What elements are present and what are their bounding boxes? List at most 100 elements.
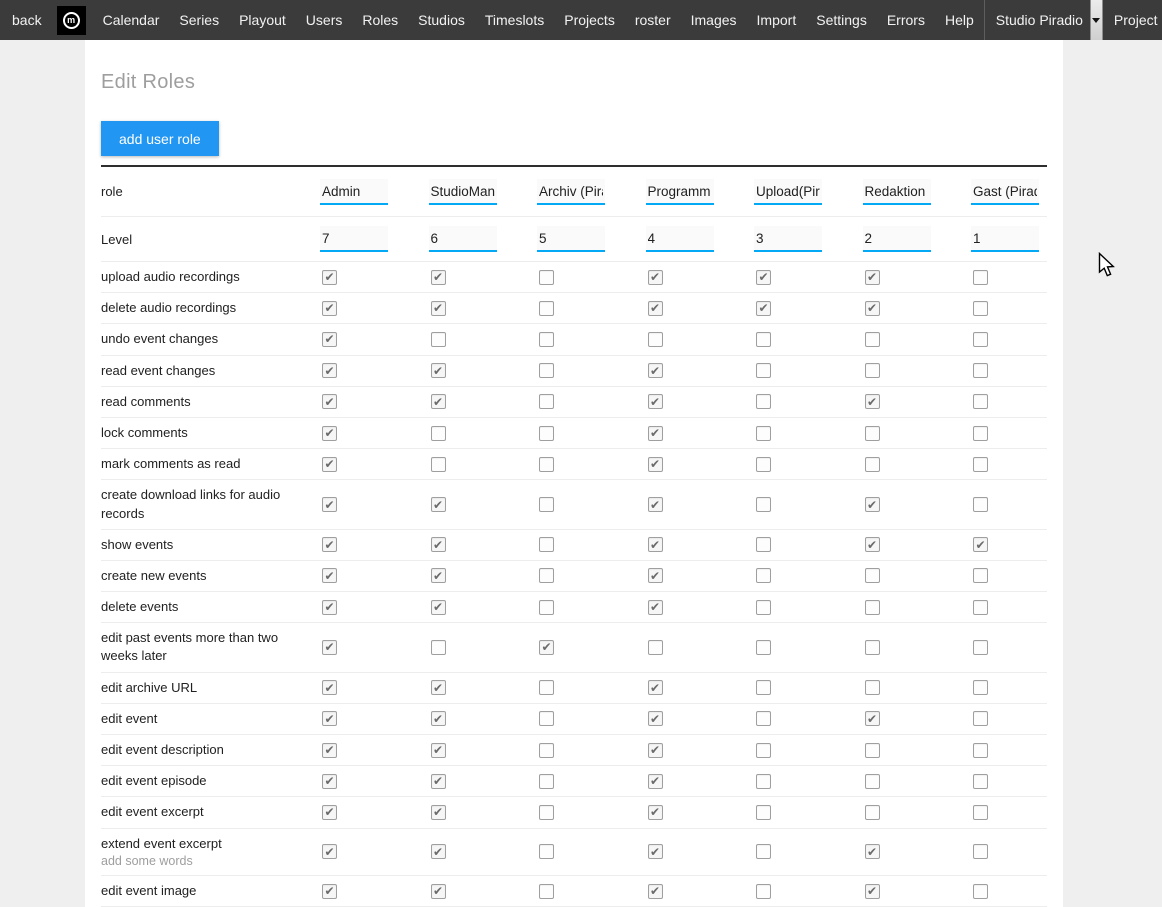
permission-checkbox-archiv-pira[interactable] xyxy=(539,426,554,441)
permission-checkbox-studioman[interactable] xyxy=(431,884,446,899)
permission-checkbox-upload-pira[interactable] xyxy=(756,457,771,472)
permission-checkbox-upload-pira[interactable] xyxy=(756,270,771,285)
permission-checkbox-redaktion[interactable] xyxy=(865,394,880,409)
permission-checkbox-redaktion[interactable] xyxy=(865,680,880,695)
permission-checkbox-redaktion[interactable] xyxy=(865,301,880,316)
permission-checkbox-redaktion[interactable] xyxy=(865,568,880,583)
permission-checkbox-studioman[interactable] xyxy=(431,457,446,472)
permission-checkbox-upload-pira[interactable] xyxy=(756,774,771,789)
permission-checkbox-upload-pira[interactable] xyxy=(756,426,771,441)
role-level-input-programm[interactable] xyxy=(646,226,714,252)
permission-checkbox-programm[interactable] xyxy=(648,426,663,441)
permission-checkbox-programm[interactable] xyxy=(648,743,663,758)
permission-checkbox-archiv-pira[interactable] xyxy=(539,537,554,552)
permission-checkbox-redaktion[interactable] xyxy=(865,844,880,859)
permission-checkbox-gast-pirad[interactable] xyxy=(973,301,988,316)
permission-checkbox-upload-pira[interactable] xyxy=(756,743,771,758)
permission-checkbox-programm[interactable] xyxy=(648,774,663,789)
permission-checkbox-gast-pirad[interactable] xyxy=(973,270,988,285)
permission-checkbox-gast-pirad[interactable] xyxy=(973,805,988,820)
permission-checkbox-upload-pira[interactable] xyxy=(756,363,771,378)
permission-checkbox-gast-pirad[interactable] xyxy=(973,394,988,409)
permission-checkbox-archiv-pira[interactable] xyxy=(539,743,554,758)
nav-item-images[interactable]: Images xyxy=(681,0,747,40)
permission-checkbox-programm[interactable] xyxy=(648,844,663,859)
permission-checkbox-upload-pira[interactable] xyxy=(756,884,771,899)
permission-checkbox-studioman[interactable] xyxy=(431,363,446,378)
permission-checkbox-studioman[interactable] xyxy=(431,640,446,655)
permission-checkbox-redaktion[interactable] xyxy=(865,774,880,789)
permission-checkbox-archiv-pira[interactable] xyxy=(539,844,554,859)
permission-checkbox-gast-pirad[interactable] xyxy=(973,332,988,347)
permission-checkbox-gast-pirad[interactable] xyxy=(973,537,988,552)
nav-item-timeslots[interactable]: Timeslots xyxy=(475,0,554,40)
permission-checkbox-archiv-pira[interactable] xyxy=(539,884,554,899)
permission-checkbox-admin[interactable] xyxy=(322,426,337,441)
permission-checkbox-archiv-pira[interactable] xyxy=(539,680,554,695)
studio-select-button[interactable] xyxy=(1090,0,1103,40)
nav-item-import[interactable]: Import xyxy=(747,0,807,40)
permission-checkbox-studioman[interactable] xyxy=(431,680,446,695)
permission-checkbox-studioman[interactable] xyxy=(431,600,446,615)
permission-checkbox-programm[interactable] xyxy=(648,680,663,695)
permission-checkbox-admin[interactable] xyxy=(322,497,337,512)
role-name-input-archiv-pira[interactable] xyxy=(537,179,605,205)
permission-checkbox-gast-pirad[interactable] xyxy=(973,600,988,615)
permission-checkbox-gast-pirad[interactable] xyxy=(973,884,988,899)
permission-checkbox-admin[interactable] xyxy=(322,457,337,472)
permission-checkbox-redaktion[interactable] xyxy=(865,743,880,758)
role-level-input-studioman[interactable] xyxy=(429,226,497,252)
permission-checkbox-programm[interactable] xyxy=(648,711,663,726)
nav-item-projects[interactable]: Projects xyxy=(554,0,625,40)
app-logo[interactable]: m xyxy=(57,6,86,35)
permission-checkbox-studioman[interactable] xyxy=(431,332,446,347)
permission-checkbox-archiv-pira[interactable] xyxy=(539,640,554,655)
permission-checkbox-redaktion[interactable] xyxy=(865,537,880,552)
permission-checkbox-studioman[interactable] xyxy=(431,394,446,409)
permission-checkbox-upload-pira[interactable] xyxy=(756,680,771,695)
studio-select[interactable]: Studio Piradio xyxy=(985,0,1103,40)
permission-checkbox-archiv-pira[interactable] xyxy=(539,301,554,316)
permission-checkbox-admin[interactable] xyxy=(322,363,337,378)
permission-checkbox-gast-pirad[interactable] xyxy=(973,640,988,655)
permission-checkbox-gast-pirad[interactable] xyxy=(973,711,988,726)
permission-checkbox-gast-pirad[interactable] xyxy=(973,497,988,512)
permission-checkbox-redaktion[interactable] xyxy=(865,363,880,378)
permission-checkbox-redaktion[interactable] xyxy=(865,884,880,899)
permission-checkbox-upload-pira[interactable] xyxy=(756,711,771,726)
permission-checkbox-admin[interactable] xyxy=(322,568,337,583)
permission-checkbox-studioman[interactable] xyxy=(431,711,446,726)
nav-item-users[interactable]: Users xyxy=(296,0,353,40)
permission-checkbox-programm[interactable] xyxy=(648,457,663,472)
permission-checkbox-admin[interactable] xyxy=(322,600,337,615)
permission-checkbox-admin[interactable] xyxy=(322,332,337,347)
permission-checkbox-upload-pira[interactable] xyxy=(756,301,771,316)
permission-checkbox-redaktion[interactable] xyxy=(865,426,880,441)
permission-checkbox-admin[interactable] xyxy=(322,270,337,285)
permission-checkbox-studioman[interactable] xyxy=(431,568,446,583)
permission-checkbox-admin[interactable] xyxy=(322,844,337,859)
permission-checkbox-programm[interactable] xyxy=(648,497,663,512)
permission-checkbox-archiv-pira[interactable] xyxy=(539,600,554,615)
permission-checkbox-studioman[interactable] xyxy=(431,805,446,820)
permission-checkbox-studioman[interactable] xyxy=(431,537,446,552)
permission-checkbox-studioman[interactable] xyxy=(431,301,446,316)
permission-checkbox-programm[interactable] xyxy=(648,805,663,820)
permission-checkbox-archiv-pira[interactable] xyxy=(539,774,554,789)
permission-checkbox-redaktion[interactable] xyxy=(865,332,880,347)
role-name-input-studioman[interactable] xyxy=(429,179,497,205)
permission-checkbox-studioman[interactable] xyxy=(431,270,446,285)
permission-checkbox-programm[interactable] xyxy=(648,537,663,552)
project-select[interactable]: Project 88vier xyxy=(1103,0,1162,40)
permission-checkbox-gast-pirad[interactable] xyxy=(973,457,988,472)
permission-checkbox-archiv-pira[interactable] xyxy=(539,457,554,472)
add-user-role-button[interactable]: add user role xyxy=(101,121,219,156)
permission-checkbox-studioman[interactable] xyxy=(431,844,446,859)
permission-checkbox-programm[interactable] xyxy=(648,640,663,655)
permission-checkbox-archiv-pira[interactable] xyxy=(539,711,554,726)
permission-checkbox-archiv-pira[interactable] xyxy=(539,363,554,378)
permission-checkbox-archiv-pira[interactable] xyxy=(539,332,554,347)
permission-checkbox-upload-pira[interactable] xyxy=(756,805,771,820)
permission-checkbox-gast-pirad[interactable] xyxy=(973,568,988,583)
permission-checkbox-archiv-pira[interactable] xyxy=(539,394,554,409)
